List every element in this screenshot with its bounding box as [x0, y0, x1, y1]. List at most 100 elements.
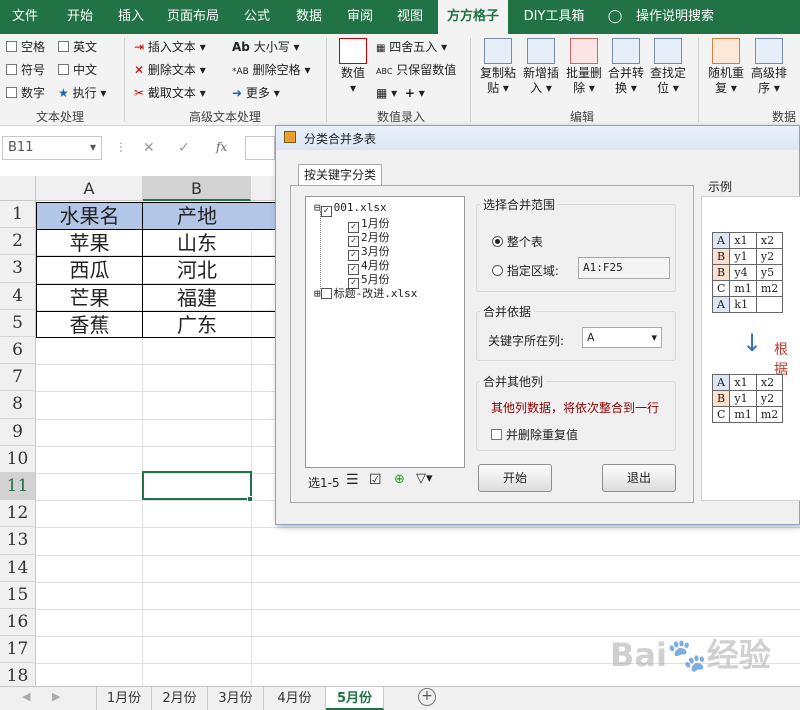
tab-file[interactable]: 文件 [0, 0, 50, 34]
batch-delete-button[interactable]: 批量删除 ▾ [563, 38, 605, 96]
radio-specific-range[interactable]: 指定区域: [492, 262, 559, 279]
add-file-icon[interactable]: ⊕ [394, 472, 405, 487]
random-repeat-button[interactable]: 随机重复 ▾ [705, 38, 747, 96]
row-header-6[interactable]: 6 [0, 337, 36, 365]
checkbox-space[interactable]: 空格 [6, 39, 45, 55]
row-header-8[interactable]: 8 [0, 391, 36, 419]
check-all-icon[interactable]: ☑ [369, 472, 382, 488]
example-cell: y5 [755, 264, 784, 281]
example-cell: m1 [729, 406, 757, 423]
find-locate-icon [654, 38, 682, 64]
numeric-button[interactable]: 数值 ▾ [336, 38, 370, 96]
row-header-5[interactable]: 5 [0, 309, 36, 337]
tab-keyword-classify[interactable]: 按关键字分类 [298, 164, 382, 186]
sheet-tab-1[interactable]: 1月份 [96, 687, 152, 710]
tab-view[interactable]: 视图 [388, 0, 432, 34]
insert-function-icon[interactable]: fx [216, 140, 227, 154]
keep-numbers-button[interactable]: ABC 只保留数值 [376, 62, 456, 80]
fill-handle[interactable] [247, 496, 253, 502]
selected-cell-b11[interactable] [142, 471, 252, 500]
cancel-icon[interactable]: ✕ [143, 140, 155, 156]
row-header-4[interactable]: 4 [0, 282, 36, 310]
row-header-7[interactable]: 7 [0, 364, 36, 392]
example-panel: Ax1 x2 By1 y2 By4 y5 Cm1 m2 Ak1 ↓ 根据 Ax1 x2 By1 y2 C… [701, 196, 800, 501]
checkbox-number[interactable]: 数字 [6, 85, 45, 101]
exit-button[interactable]: 退出 [602, 464, 676, 492]
row-header-12[interactable]: 12 [0, 500, 36, 528]
enter-icon[interactable]: ✓ [178, 140, 190, 156]
extract-text-button[interactable]: ✂ 截取文本 ▾ [134, 85, 206, 101]
sheet-tab-2[interactable]: 2月份 [152, 687, 208, 710]
tree-node-file2[interactable]: ⊞ 标题-改进.xlsx [314, 285, 417, 301]
add-sheet-icon[interactable]: + [418, 688, 436, 706]
scroll-left-icon[interactable]: ◀ [22, 690, 30, 703]
row-header-15[interactable]: 15 [0, 581, 36, 609]
copy-paste-button[interactable]: 复制粘贴 ▾ [478, 38, 518, 96]
delete-text-button[interactable]: ✕ 删除文本 ▾ [134, 62, 206, 78]
scroll-right-icon[interactable]: ▶ [52, 690, 60, 703]
checkbox-chinese[interactable]: 中文 [58, 62, 97, 78]
example-cell: x2 [755, 374, 784, 391]
list-icon[interactable]: ☰ [346, 472, 359, 488]
find-locate-button[interactable]: 查找定位 ▾ [647, 38, 689, 96]
remove-spaces-button[interactable]: *AB 删除空格 ▾ [232, 62, 311, 80]
name-box[interactable]: B11 ▾ [2, 136, 102, 160]
merge-convert-icon [612, 38, 640, 64]
tab-insert[interactable]: 插入 [110, 0, 152, 34]
start-button[interactable]: 开始 [478, 464, 552, 492]
insert-text-button[interactable]: ⇥ 插入文本 ▾ [134, 39, 206, 55]
row-header-14[interactable]: 14 [0, 554, 36, 582]
tab-page-layout[interactable]: 页面布局 [158, 0, 228, 34]
row-header-1[interactable]: 1 [0, 201, 36, 229]
others-title: 合并其他列 [480, 373, 547, 390]
filter-icon[interactable]: ▽▾ [416, 471, 433, 486]
checkbox-english[interactable]: 英文 [58, 39, 97, 55]
merge-convert-button[interactable]: 合并转换 ▾ [605, 38, 647, 96]
row-header-16[interactable]: 16 [0, 609, 36, 637]
tab-diy-toolbox[interactable]: DIY工具箱 [514, 0, 594, 34]
tab-fangfanggezi[interactable]: 方方格子 [438, 0, 508, 34]
sheet-tab-4[interactable]: 4月份 [264, 687, 326, 710]
row-header-17[interactable]: 17 [0, 636, 36, 664]
watermark-logo: Bai🐾经验 [610, 636, 771, 674]
row-header-13[interactable]: 13 [0, 527, 36, 555]
example-cell: x1 [729, 232, 757, 249]
row-header-3[interactable]: 3 [0, 255, 36, 283]
range-input[interactable]: A1:F25 [578, 257, 670, 279]
tab-home[interactable]: 开始 [55, 0, 105, 34]
example-cell: B [711, 264, 731, 281]
row-header-2[interactable]: 2 [0, 228, 36, 256]
file-tree[interactable]: ⊟ ✓ 001.xlsx ✓ 1月份 ✓ 2月份 ✓ 3月份 ✓ 4月份 ✓ 5月份 ⊞ 标题-… [305, 196, 465, 468]
num-tools-row[interactable]: ▦ ▾ + ▾ [376, 85, 425, 101]
row-header-10[interactable]: 10 [0, 445, 36, 473]
case-button[interactable]: Ab 大小写 ▾ [232, 39, 300, 55]
example-row: Ak1 [711, 296, 784, 313]
column-header-b[interactable]: B [143, 176, 251, 201]
execute-button[interactable]: ★ 执行 ▾ [58, 85, 106, 101]
add-insert-button[interactable]: 新增插入 ▾ [520, 38, 562, 96]
radio-whole-sheet[interactable]: 整个表 [492, 233, 543, 250]
sheet-tab-3[interactable]: 3月份 [208, 687, 264, 710]
group-separator [326, 38, 327, 122]
more-button[interactable]: ➜ 更多 ▾ [232, 85, 280, 101]
formula-input[interactable] [245, 136, 275, 160]
checkbox-dedupe[interactable]: 并删除重复值 [491, 426, 578, 443]
tab-data[interactable]: 数据 [286, 0, 332, 34]
row-header-9[interactable]: 9 [0, 418, 36, 446]
select-all-corner[interactable] [0, 176, 36, 201]
checkbox-symbol[interactable]: 符号 [6, 62, 45, 78]
column-header-a[interactable]: A [36, 176, 143, 201]
tab-review[interactable]: 审阅 [338, 0, 382, 34]
tell-me-search[interactable]: 操作说明搜索 [630, 0, 720, 34]
group-separator [470, 38, 471, 122]
random-repeat-icon [712, 38, 740, 64]
advanced-sort-button[interactable]: 高级排序 ▾ [748, 38, 790, 96]
round-button[interactable]: ▦ 四舍五入 ▾ [376, 39, 447, 57]
tab-formulas[interactable]: 公式 [234, 0, 280, 34]
sort-icon [755, 38, 783, 64]
sheet-tab-5[interactable]: 5月份 [326, 687, 384, 710]
key-column-select[interactable]: A ▾ [582, 327, 662, 348]
row-header-11[interactable]: 11 [0, 473, 36, 501]
example-cell: m1 [729, 280, 757, 297]
example-cell: A [711, 232, 731, 249]
